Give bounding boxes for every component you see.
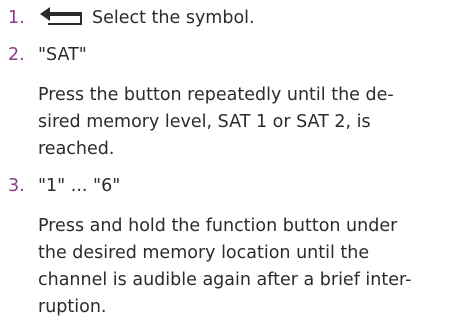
step-3-description: Press and hold the function button under… [38,213,468,321]
description-line: reached. [38,139,115,159]
description-line: ruption. [38,297,107,317]
description-line: Press the button repeatedly until the de… [38,85,394,105]
description-line: sired memory level, SAT 1 or SAT 2, is [38,112,371,132]
step-text: Select the symbol. [92,8,255,28]
step-number: 2. [8,45,25,65]
description-line: Press and hold the function button under [38,216,398,236]
step-heading: "SAT" [38,45,87,65]
step-2-description: Press the button repeatedly until the de… [38,82,468,163]
step-number: 3. [8,176,25,196]
description-line: the desired memory location until the [38,243,370,263]
instruction-page: 1. Select the symbol. 2. "SAT" Press the… [0,0,475,328]
step-heading: "1" ... "6" [38,176,121,196]
step-number: 1. [8,8,25,28]
description-line: channel is audible again after a brief i… [38,270,412,290]
step-heading: Select the symbol. [38,4,255,32]
back-arrow-icon [40,7,82,25]
